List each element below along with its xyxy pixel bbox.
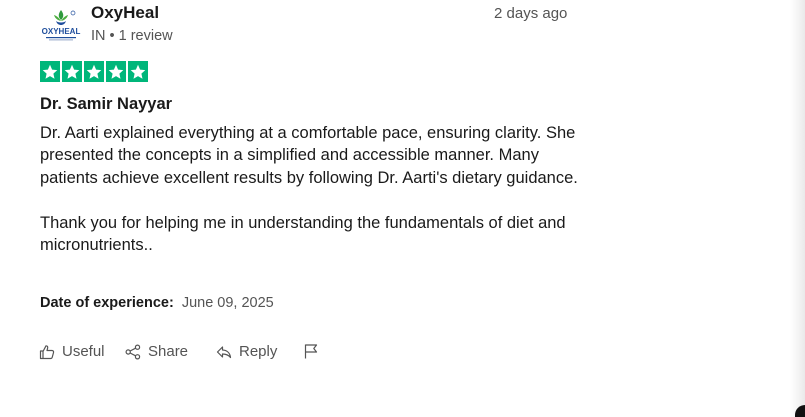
author-meta: IN • 1 review <box>91 28 173 44</box>
star-rating <box>40 61 148 82</box>
star-icon <box>40 61 60 82</box>
date-of-experience: Date of experience: June 09, 2025 <box>40 295 274 311</box>
window-corner <box>795 405 805 417</box>
window-edge <box>790 0 805 417</box>
star-icon <box>62 61 82 82</box>
logo-wordmark: OXYHEAL <box>42 27 81 36</box>
reply-icon <box>216 345 232 358</box>
share-icon <box>125 344 141 360</box>
star-icon <box>128 61 148 82</box>
review-title[interactable]: Dr. Samir Nayyar <box>40 95 172 114</box>
star-icon <box>106 61 126 82</box>
review-paragraph: Dr. Aarti explained everything at a comf… <box>40 124 578 187</box>
experience-date: June 09, 2025 <box>181 295 274 311</box>
reply-button[interactable]: Reply <box>216 343 277 360</box>
reply-label: Reply <box>239 343 278 360</box>
share-label: Share <box>148 343 189 360</box>
review-body: Dr. Aarti explained everything at a comf… <box>40 122 600 256</box>
review-time: 2 days ago <box>494 5 568 22</box>
oxyheal-logo: OXYHEAL <box>42 10 81 41</box>
share-button[interactable]: Share <box>125 343 188 360</box>
author-name[interactable]: OxyHeal <box>91 3 159 23</box>
useful-button[interactable]: Useful <box>39 343 105 360</box>
review-paragraph: Thank you for helping me in understandin… <box>40 213 566 255</box>
experience-label: Date of experience: <box>40 295 174 311</box>
review-card: OXYHEAL OxyHeal IN • 1 review 2 days ago… <box>0 0 790 417</box>
useful-label: Useful <box>62 343 105 360</box>
star-icon <box>84 61 104 82</box>
flag-icon <box>304 344 318 359</box>
report-button[interactable] <box>303 343 319 359</box>
thumbs-up-icon <box>39 344 55 359</box>
